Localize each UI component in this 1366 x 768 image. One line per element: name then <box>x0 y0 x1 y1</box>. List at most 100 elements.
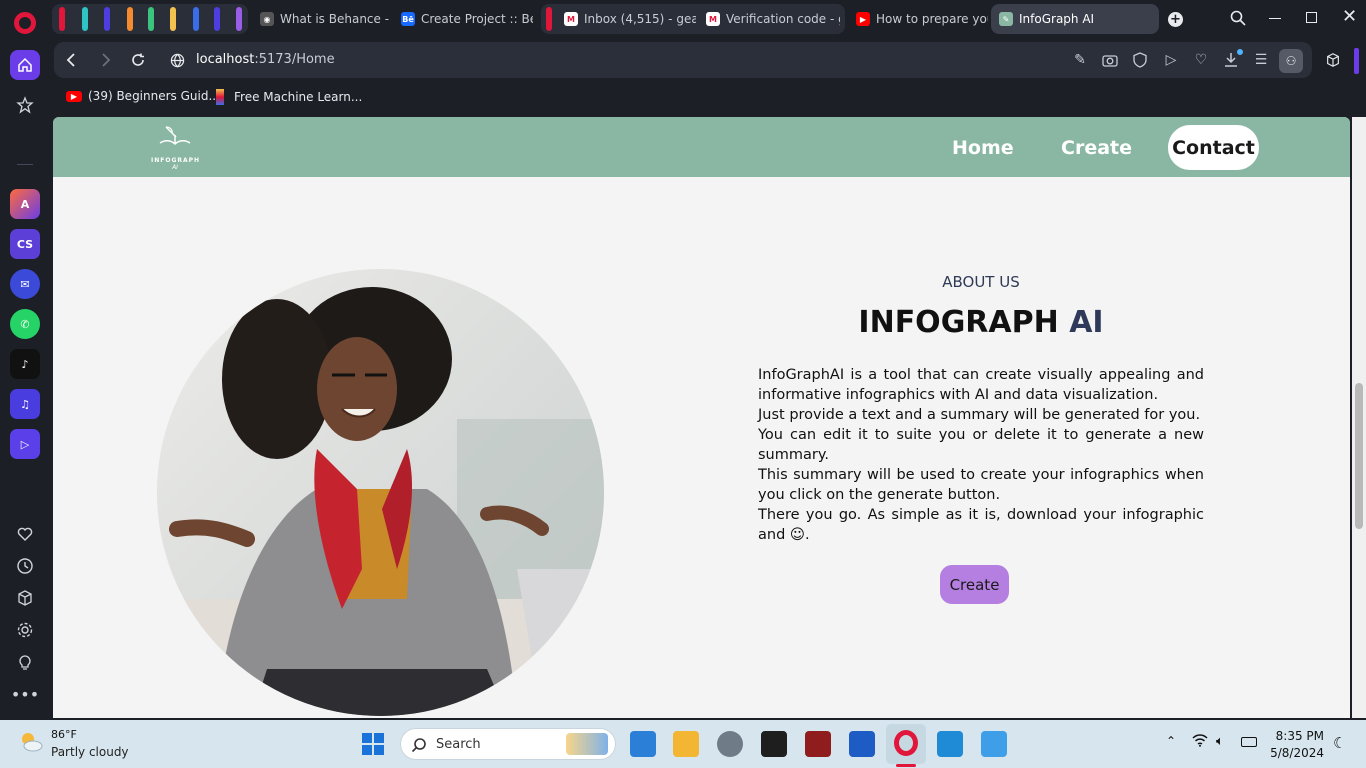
snapshot-camera-icon[interactable] <box>1101 51 1119 69</box>
forward-arrow-icon[interactable] <box>97 51 115 69</box>
reload-icon[interactable] <box>129 51 147 69</box>
tab-label: Create Project :: Beha <box>421 12 533 26</box>
pinned-tab[interactable] <box>236 7 242 31</box>
pinned-tab[interactable] <box>214 7 220 31</box>
weather-description[interactable]: Partly cloudy <box>51 745 129 759</box>
lightbulb-icon[interactable] <box>10 647 40 677</box>
extensions-box-icon[interactable] <box>1324 51 1342 69</box>
site-info-globe-icon[interactable] <box>168 51 186 69</box>
about-paragraph: Just provide a text and a summary will b… <box>758 407 1201 423</box>
bookmark-youtube[interactable]: ▶ (39) Beginners Guid... <box>66 89 220 103</box>
windows-start-icon[interactable] <box>362 733 384 759</box>
wifi-icon[interactable] <box>1192 733 1208 751</box>
bookmark-machine-learning[interactable]: Free Machine Learn... <box>216 89 362 105</box>
tab-group-marker <box>546 7 552 31</box>
cs-app-icon[interactable]: CS <box>10 229 40 259</box>
address-bar-row: localhost:5173/Home ✎ ▷ ♡ ☰ ⚇ <box>50 42 1366 80</box>
scrollbar-thumb[interactable] <box>1355 383 1363 529</box>
weather-temperature[interactable]: 86°F <box>51 728 77 741</box>
file-explorer-icon[interactable] <box>673 731 699 757</box>
tab-label: Verification code - gl <box>726 12 840 26</box>
pinned-tab[interactable] <box>104 7 110 31</box>
page-scrollbar[interactable] <box>1352 117 1366 718</box>
youtube-favicon: ▶ <box>856 12 870 26</box>
history-clock-icon[interactable] <box>10 551 40 581</box>
close-window-icon[interactable]: ✕ <box>1342 6 1357 27</box>
tray-chevron-up-icon[interactable]: ⌃ <box>1166 734 1176 748</box>
settings-gear-icon[interactable] <box>10 615 40 645</box>
back-arrow-icon[interactable] <box>62 51 80 69</box>
minimize-icon[interactable] <box>1269 18 1281 19</box>
heart-icon[interactable] <box>10 519 40 549</box>
pinned-tab[interactable] <box>82 7 88 31</box>
tab-search-icon[interactable] <box>1230 10 1246 30</box>
pinned-tab[interactable] <box>127 7 133 31</box>
title-main: INFOGRAPH <box>858 305 1059 340</box>
tab-infograph-ai[interactable]: ✎ InfoGraph AI <box>991 4 1159 34</box>
pinned-tab[interactable] <box>148 7 154 31</box>
settings-app-icon[interactable] <box>717 731 743 757</box>
about-us-label: ABOUT US <box>942 273 1020 291</box>
profile-avatar-icon[interactable]: ⚇ <box>1279 49 1303 73</box>
hero-photo <box>157 269 604 716</box>
windows-taskbar: 86°F Partly cloudy Search ⌃ 🔈︎ 8:35 PM 5… <box>0 720 1366 768</box>
aria-app-icon[interactable]: A <box>10 189 40 219</box>
nav-contact-button[interactable]: Contact <box>1168 125 1259 170</box>
app-pinned-icon[interactable] <box>630 731 656 757</box>
site-navbar: INFOGRAPH AI Home Create Contact <box>53 117 1350 177</box>
tiktok-icon[interactable]: ♪ <box>10 349 40 379</box>
infograph-favicon: ✎ <box>999 12 1013 26</box>
tab-youtube[interactable]: ▶ How to prepare your <box>848 4 988 34</box>
bible-app-icon[interactable] <box>805 731 831 757</box>
word-icon[interactable] <box>849 731 875 757</box>
vscode-icon[interactable] <box>937 731 963 757</box>
tab-label: How to prepare your <box>876 12 988 26</box>
opera-logo-icon[interactable] <box>14 12 36 34</box>
url-host: localhost <box>196 52 255 67</box>
pinned-tab[interactable] <box>193 7 199 31</box>
opera-taskbar-icon[interactable] <box>894 730 918 756</box>
nav-create-link[interactable]: Create <box>1061 137 1132 159</box>
speed-dial-star-icon[interactable] <box>10 90 40 120</box>
battery-icon[interactable] <box>1241 737 1257 747</box>
weather-sun-cloud-icon[interactable] <box>18 730 44 758</box>
music-app-icon[interactable]: ♫ <box>10 389 40 419</box>
tab-gmail-verification[interactable]: M Verification code - gl <box>698 4 840 34</box>
bookmark-heart-icon[interactable]: ♡ <box>1192 51 1210 69</box>
taskbar-clock[interactable]: 8:35 PM 5/8/2024 <box>1262 728 1324 762</box>
create-button[interactable]: Create <box>940 565 1009 604</box>
photos-app-icon[interactable] <box>981 731 1007 757</box>
tab-behance-info[interactable]: ◉ What is Behance - Po <box>252 4 392 34</box>
tab-gmail-inbox[interactable]: M Inbox (4,515) - geaak <box>556 4 696 34</box>
search-highlight-icon <box>566 733 608 755</box>
adblock-shield-icon[interactable] <box>1131 51 1149 69</box>
restore-icon[interactable] <box>1306 12 1317 23</box>
more-dots-icon[interactable]: ••• <box>10 679 40 709</box>
home-icon[interactable] <box>10 50 40 80</box>
terminal-icon[interactable] <box>761 731 787 757</box>
about-paragraph: InfoGraphAI is a tool that can create vi… <box>758 367 1204 403</box>
url-text[interactable]: localhost:5173/Home <box>196 52 335 67</box>
extensions-cube-icon[interactable] <box>10 583 40 613</box>
edit-page-icon[interactable]: ✎ <box>1071 51 1089 69</box>
easy-setup-icon[interactable]: ☰ <box>1252 51 1270 69</box>
do-not-disturb-moon-icon[interactable]: ☾ <box>1333 734 1346 752</box>
logo-text: INFOGRAPH <box>151 157 201 164</box>
site-logo[interactable]: INFOGRAPH AI <box>151 123 199 173</box>
sidebar-toggle-marker <box>1354 48 1359 74</box>
player-play-icon[interactable]: ▷ <box>1162 51 1180 69</box>
pinned-tab[interactable] <box>59 7 65 31</box>
behance-favicon: Bē <box>401 12 415 26</box>
player-app-icon[interactable]: ▷ <box>10 429 40 459</box>
tab-behance-create[interactable]: Bē Create Project :: Beha <box>393 4 533 34</box>
nav-home-link[interactable]: Home <box>952 137 1014 159</box>
messenger-icon[interactable]: ✉ <box>10 269 40 299</box>
bookmarks-bar: ▶ (39) Beginners Guid... Free Machine Le… <box>50 84 1366 112</box>
about-paragraph: You can edit it to suite you or delete i… <box>758 427 1204 463</box>
pinned-tab[interactable] <box>170 7 176 31</box>
new-tab-plus-icon[interactable]: + <box>1168 12 1183 27</box>
whatsapp-icon[interactable]: ✆ <box>10 309 40 339</box>
about-paragraph: There you go. As simple as it is, downlo… <box>758 507 1204 543</box>
volume-icon[interactable]: 🔈︎ <box>1216 734 1224 749</box>
taskbar-search-box[interactable]: Search <box>400 728 616 760</box>
